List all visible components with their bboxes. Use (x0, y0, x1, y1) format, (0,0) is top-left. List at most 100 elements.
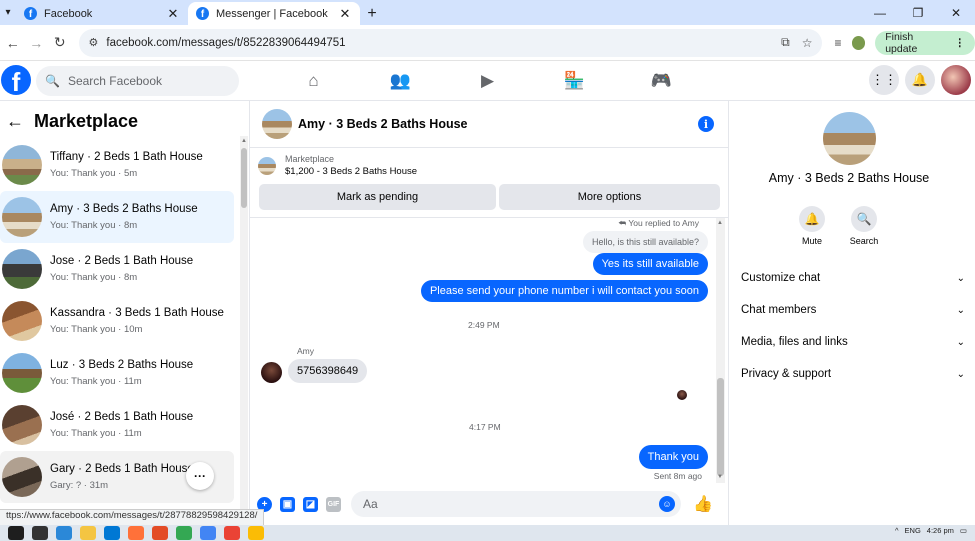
search-button[interactable]: 🔍 Search (847, 206, 881, 246)
install-app-icon[interactable]: ⧉ (781, 35, 790, 50)
menu-chat-members[interactable]: Chat members ⌄ (741, 294, 965, 326)
listing-thumbnail (2, 145, 42, 185)
reload-icon[interactable]: ↻ (49, 34, 71, 51)
notification-icon[interactable]: ▭ (960, 526, 967, 535)
contact-avatar[interactable] (823, 112, 876, 165)
menu-customize-chat[interactable]: Customize chat ⌄ (741, 262, 965, 294)
chat-title[interactable]: Amy · 3 Beds 2 Baths House (298, 117, 468, 131)
tab-messenger[interactable]: f Messenger | Facebook ✕ (188, 2, 360, 25)
clock[interactable]: 4:26 pm (927, 526, 954, 535)
tab-facebook[interactable]: f Facebook ✕ (16, 2, 188, 25)
chevron-down-icon: ⌄ (956, 368, 965, 380)
timestamp: 2:49 PM (468, 320, 500, 330)
chat-avatar[interactable] (262, 109, 292, 139)
close-window-icon[interactable]: ✕ (937, 0, 975, 25)
chrome-icon[interactable] (200, 526, 216, 540)
conversation-item[interactable]: Luz · 3 Beds 2 Baths House You: Thank you… (0, 347, 234, 399)
marketplace-icon[interactable]: 🏪 (531, 61, 618, 101)
scroll-up-icon[interactable]: ▲ (717, 220, 723, 226)
message-bubble[interactable]: Yes its still available (592, 253, 708, 275)
conversation-preview: You: Thank you · 8m (50, 220, 138, 231)
sender-name: Amy (297, 346, 314, 356)
conversation-item[interactable]: Gary · 2 Beds 1 Bath House Gary: ? · 31m … (0, 451, 234, 503)
site-info-icon[interactable]: ⚙ (89, 36, 99, 49)
sender-avatar[interactable] (261, 362, 282, 383)
close-tab-icon[interactable]: ✕ (166, 6, 180, 22)
mark-as-pending-button[interactable]: Mark as pending (259, 184, 496, 210)
facebook-logo-icon[interactable]: f (1, 65, 31, 95)
message-bubble[interactable]: Thank you (638, 445, 708, 469)
chat-header: Amy · 3 Beds 2 Baths House i (250, 101, 728, 148)
conversation-item-selected[interactable]: Amy · 3 Beds 2 Baths House You: Thank you… (0, 191, 234, 243)
url-field[interactable]: ⚙ facebook.com/messages/t/85228390644947… (78, 28, 823, 57)
close-tab-icon[interactable]: ✕ (338, 6, 352, 22)
mail-icon[interactable] (104, 526, 120, 540)
notifications-bell-icon[interactable]: 🔔 (905, 65, 935, 95)
friends-icon[interactable]: 👥 (357, 61, 444, 101)
info-icon[interactable]: i (698, 116, 714, 132)
minimize-icon[interactable]: — (861, 0, 899, 25)
menu-media-files-links[interactable]: Media, files and links ⌄ (741, 326, 965, 358)
finish-update-label: Finish update (885, 30, 918, 55)
conversation-name: José · 2 Beds 1 Bath House (50, 411, 194, 423)
back-arrow-icon[interactable]: ← (6, 111, 24, 132)
tab-search-icon[interactable]: ▾ (0, 0, 16, 25)
message-bubble[interactable]: Please send your phone number i will con… (420, 280, 708, 302)
scrollbar-thumb[interactable] (717, 378, 724, 476)
conversation-item[interactable]: José · 2 Beds 1 Bath House You: Thank you… (0, 399, 234, 451)
conversation-item[interactable]: Jose · 2 Beds 1 Bath House You: Thank you… (0, 243, 234, 295)
sticker-icon[interactable]: ◪ (303, 496, 318, 512)
reading-list-icon[interactable]: ≡ (834, 36, 841, 50)
scroll-up-icon[interactable]: ▲ (241, 138, 247, 144)
app-icon[interactable] (152, 526, 168, 540)
start-icon[interactable] (8, 526, 24, 540)
language-indicator[interactable]: ENG (905, 526, 921, 535)
chrome-icon[interactable] (224, 526, 240, 540)
photo-icon[interactable]: ▣ (280, 496, 295, 512)
menu-grid-icon[interactable]: ⋮⋮ (869, 65, 899, 95)
firefox-icon[interactable] (128, 526, 144, 540)
scroll-down-icon[interactable]: ▼ (717, 474, 723, 480)
file-explorer-icon[interactable] (80, 526, 96, 540)
video-icon[interactable]: ▶ (444, 61, 531, 101)
chrome-icon[interactable] (176, 526, 192, 540)
new-tab-button[interactable]: + (360, 2, 384, 25)
thumbs-up-icon[interactable]: 👍 (693, 494, 713, 514)
url-text: facebook.com/messages/t/8522839064494751 (106, 36, 346, 49)
facebook-search-input[interactable]: 🔍 Search Facebook (36, 66, 239, 96)
forward-icon[interactable]: → (26, 35, 48, 51)
scrollbar-thumb[interactable] (241, 148, 247, 208)
home-icon[interactable]: ⌂ (270, 61, 357, 101)
scrollbar[interactable]: ▲ ▼ (716, 218, 725, 483)
quoted-message: Hello, is this still available? (582, 231, 708, 253)
system-tray-icon[interactable]: ^ (895, 526, 899, 535)
message-input[interactable]: Aa ☺ (351, 491, 681, 517)
conversation-item[interactable]: Kassandra · 3 Beds 1 Bath House You: Than… (0, 295, 234, 347)
chrome-icon[interactable] (248, 526, 264, 540)
more-options-button[interactable]: ··· (186, 462, 214, 490)
more-options-button[interactable]: More options (499, 184, 720, 210)
conversation-list-panel: ← Marketplace Tiffany · 2 Beds 1 Bath Ho… (0, 101, 250, 525)
scrollbar[interactable]: ▲ (240, 136, 248, 525)
mute-button[interactable]: 🔔 Mute (795, 206, 829, 246)
marketplace-listing[interactable]: Marketplace $1,200 - 3 Beds 2 Baths Hous… (258, 154, 417, 177)
profile-icon[interactable] (851, 35, 866, 50)
listing-thumbnail (2, 353, 42, 393)
edge-icon[interactable] (56, 526, 72, 540)
conversation-details-panel: Amy · 3 Beds 2 Baths House 🔔 Mute 🔍 Sear… (728, 101, 975, 525)
tab-title: Messenger | Facebook (216, 7, 328, 20)
gaming-icon[interactable]: 🎮 (618, 61, 705, 101)
restore-icon[interactable]: ❐ (899, 0, 937, 25)
emoji-icon[interactable]: ☺ (659, 496, 675, 512)
search-icon[interactable] (32, 526, 48, 540)
bookmark-star-icon[interactable]: ☆ (802, 36, 813, 50)
conversation-item[interactable]: Tiffany · 2 Beds 1 Bath House You: Thank … (0, 139, 234, 191)
finish-update-button[interactable]: Finish update ⋮ (875, 30, 975, 55)
gif-icon[interactable]: GIF (326, 496, 341, 512)
search-placeholder: Search Facebook (67, 74, 163, 88)
listing-title: $1,200 - 3 Beds 2 Baths House (285, 166, 418, 177)
account-avatar[interactable] (941, 65, 971, 95)
message-bubble[interactable]: 5756398649 (288, 359, 368, 383)
back-icon[interactable]: ← (2, 35, 24, 51)
menu-privacy-support[interactable]: Privacy & support ⌄ (741, 358, 965, 390)
